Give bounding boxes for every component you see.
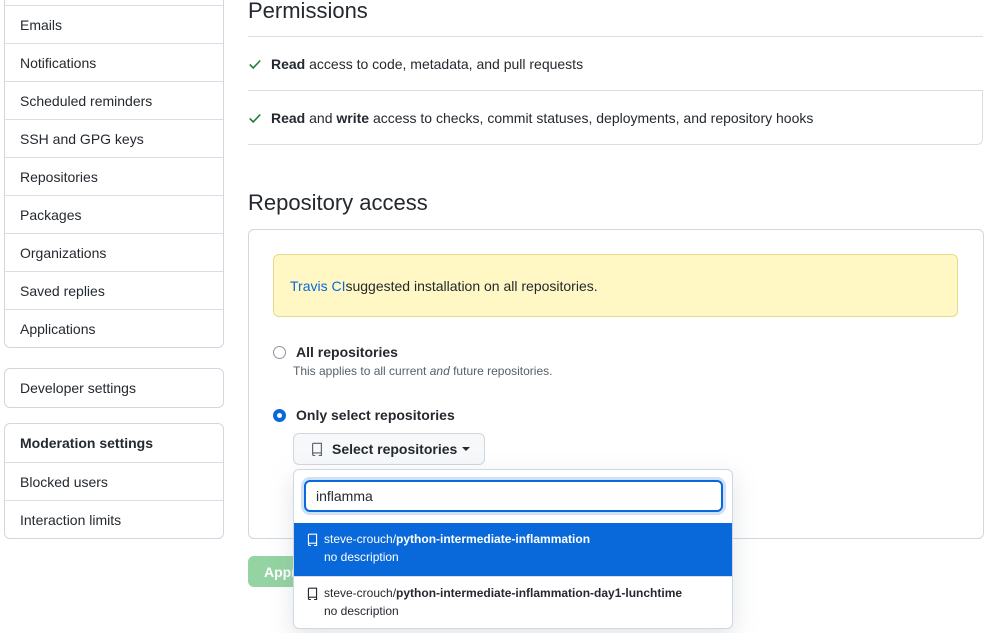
permission-row-read: Read access to code, metadata, and pull … <box>248 37 983 91</box>
repo-icon <box>307 533 318 546</box>
repo-name: python-intermediate-inflammation <box>396 532 591 546</box>
repo-owner: steve-crouch/ <box>324 586 397 600</box>
repo-description: no description <box>324 550 399 564</box>
repo-name: python-intermediate-inflammation-day1-lu… <box>396 586 683 600</box>
repo-result-item[interactable]: steve-crouch/python-intermediate-inflamm… <box>294 576 732 628</box>
flash-text: suggested installation on all repositori… <box>345 277 598 294</box>
select-repositories-option[interactable]: Only select repositories <box>273 407 455 423</box>
sidebar-item-applications[interactable]: Applications <box>5 309 223 347</box>
sidebar-item-emails[interactable]: Emails <box>5 5 223 43</box>
permission-row-read-write: Read and write access to checks, commit … <box>248 91 983 145</box>
perm-read-label: Read <box>271 56 306 72</box>
sidebar-item-scheduled-reminders[interactable]: Scheduled reminders <box>5 81 223 119</box>
sidebar-item-notifications[interactable]: Notifications <box>5 43 223 81</box>
sidebar-item-blocked-users[interactable]: Blocked users <box>5 462 223 500</box>
developer-nav: Developer settings <box>4 368 224 408</box>
sidebar-item-saved-replies[interactable]: Saved replies <box>5 271 223 309</box>
repository-select-menu: steve-crouch/python-intermediate-inflamm… <box>293 469 733 629</box>
sidebar-item-ssh-gpg-keys[interactable]: SSH and GPG keys <box>5 119 223 157</box>
sidebar-heading-moderation: Moderation settings <box>20 435 154 451</box>
perm-read-label: Read <box>271 110 306 126</box>
all-repositories-radio[interactable] <box>273 345 286 359</box>
select-repositories-button[interactable]: Select repositories <box>293 433 485 465</box>
select-repositories-label: Only select repositories <box>296 407 455 423</box>
all-repositories-note: This applies to all current and future r… <box>293 364 552 378</box>
settings-nav: Emails Notifications Scheduled reminders… <box>4 0 224 348</box>
caret-down-icon <box>462 447 471 451</box>
repository-access-title: Repository access <box>248 190 428 215</box>
repo-icon <box>307 587 318 600</box>
repo-description: no description <box>324 604 399 618</box>
moderation-nav: Moderation settings Blocked users Intera… <box>4 423 224 539</box>
perm-and-text: and <box>305 110 337 126</box>
repo-icon <box>312 442 322 456</box>
sidebar-item-interaction-limits[interactable]: Interaction limits <box>5 500 223 538</box>
sidebar-item-developer-settings[interactable]: Developer settings <box>5 369 223 407</box>
note-text: future repositories. <box>449 364 553 378</box>
all-repositories-option[interactable]: All repositories <box>273 344 398 360</box>
travis-ci-link[interactable]: Travis CI <box>290 278 345 294</box>
perm-write-label: write <box>336 110 370 126</box>
all-repositories-label: All repositories <box>296 344 398 360</box>
repo-filter-wrapper <box>304 480 723 512</box>
repo-result-item[interactable]: steve-crouch/python-intermediate-inflamm… <box>294 523 732 576</box>
check-icon <box>249 59 261 70</box>
select-repositories-button-label: Select repositories <box>332 441 458 457</box>
sidebar-item-organizations[interactable]: Organizations <box>5 233 223 271</box>
sidebar-item-packages[interactable]: Packages <box>5 195 223 233</box>
select-repositories-radio[interactable] <box>273 408 286 422</box>
repo-filter-input[interactable] <box>316 488 706 504</box>
check-icon <box>249 113 261 124</box>
suggestion-flash: Travis CI suggested installation on all … <box>273 254 958 317</box>
repo-owner: steve-crouch/ <box>324 532 397 546</box>
perm-read-text: access to code, metadata, and pull reque… <box>305 56 584 72</box>
note-text: This applies to all current <box>293 364 430 378</box>
note-emphasis: and <box>429 364 450 378</box>
perm-write-text: access to checks, commit statuses, deplo… <box>369 110 814 126</box>
sidebar-item-repositories[interactable]: Repositories <box>5 157 223 195</box>
permissions-title: Permissions <box>248 0 368 23</box>
